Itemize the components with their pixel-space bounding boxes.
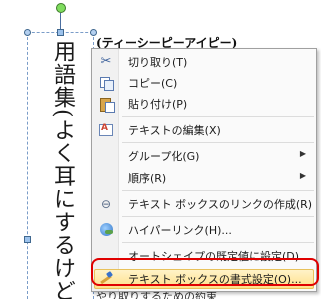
resize-handle-top[interactable] bbox=[57, 29, 64, 36]
vertical-textbox-content[interactable]: 用語集(よく耳にするけど? bbox=[45, 40, 79, 299]
paste-icon bbox=[98, 96, 115, 113]
resize-handle-left[interactable] bbox=[24, 236, 31, 243]
highlight-callout-frame bbox=[91, 258, 319, 286]
menu-item-create-textbox-link[interactable]: ⊖ テキスト ボックスのリンクの作成(R) bbox=[92, 193, 316, 214]
menu-item-copy[interactable]: コピー(C) bbox=[92, 72, 316, 93]
edit-text-icon bbox=[98, 122, 114, 137]
menu-item-label: ハイパーリンク(H)... bbox=[128, 224, 232, 237]
menu-item-edit-text[interactable]: テキストの編集(X) bbox=[92, 119, 316, 140]
rotation-handle[interactable] bbox=[56, 3, 66, 13]
menu-item-label: テキスト ボックスのリンクの作成(R) bbox=[128, 198, 313, 211]
submenu-arrow-icon: ▶ bbox=[299, 149, 306, 158]
link-icon: ⊖ bbox=[100, 196, 112, 211]
resize-handle-top-left[interactable] bbox=[24, 29, 31, 36]
menu-item-label: グループ化(G) bbox=[128, 150, 200, 163]
context-menu: ✂ 切り取り(T) コピー(C) 貼り付け(P) テキストの編集(X) グループ… bbox=[91, 48, 317, 292]
hyperlink-icon bbox=[98, 222, 114, 237]
menu-item-group[interactable]: グループ化(G) ▶ bbox=[92, 145, 316, 166]
scissors-icon: ✂ bbox=[100, 54, 112, 69]
textbox-left-border bbox=[27, 32, 28, 299]
menu-item-label: 貼り付け(P) bbox=[128, 98, 188, 111]
menu-item-order[interactable]: 順序(R) ▶ bbox=[92, 167, 316, 188]
copy-icon bbox=[98, 75, 114, 91]
menu-item-label: コピー(C) bbox=[128, 77, 178, 90]
menu-item-label: 順序(R) bbox=[128, 172, 167, 185]
menu-separator bbox=[122, 216, 314, 217]
menu-item-label: 切り取り(T) bbox=[128, 56, 188, 69]
menu-separator bbox=[122, 242, 314, 243]
menu-item-cut[interactable]: ✂ 切り取り(T) bbox=[92, 51, 316, 72]
menu-separator bbox=[122, 116, 314, 117]
menu-item-paste[interactable]: 貼り付け(P) bbox=[92, 93, 316, 114]
submenu-arrow-icon: ▶ bbox=[299, 171, 306, 180]
menu-item-hyperlink[interactable]: ハイパーリンク(H)... bbox=[92, 219, 316, 240]
menu-item-label: テキストの編集(X) bbox=[128, 124, 221, 137]
menu-separator bbox=[122, 190, 314, 191]
menu-separator bbox=[122, 142, 314, 143]
